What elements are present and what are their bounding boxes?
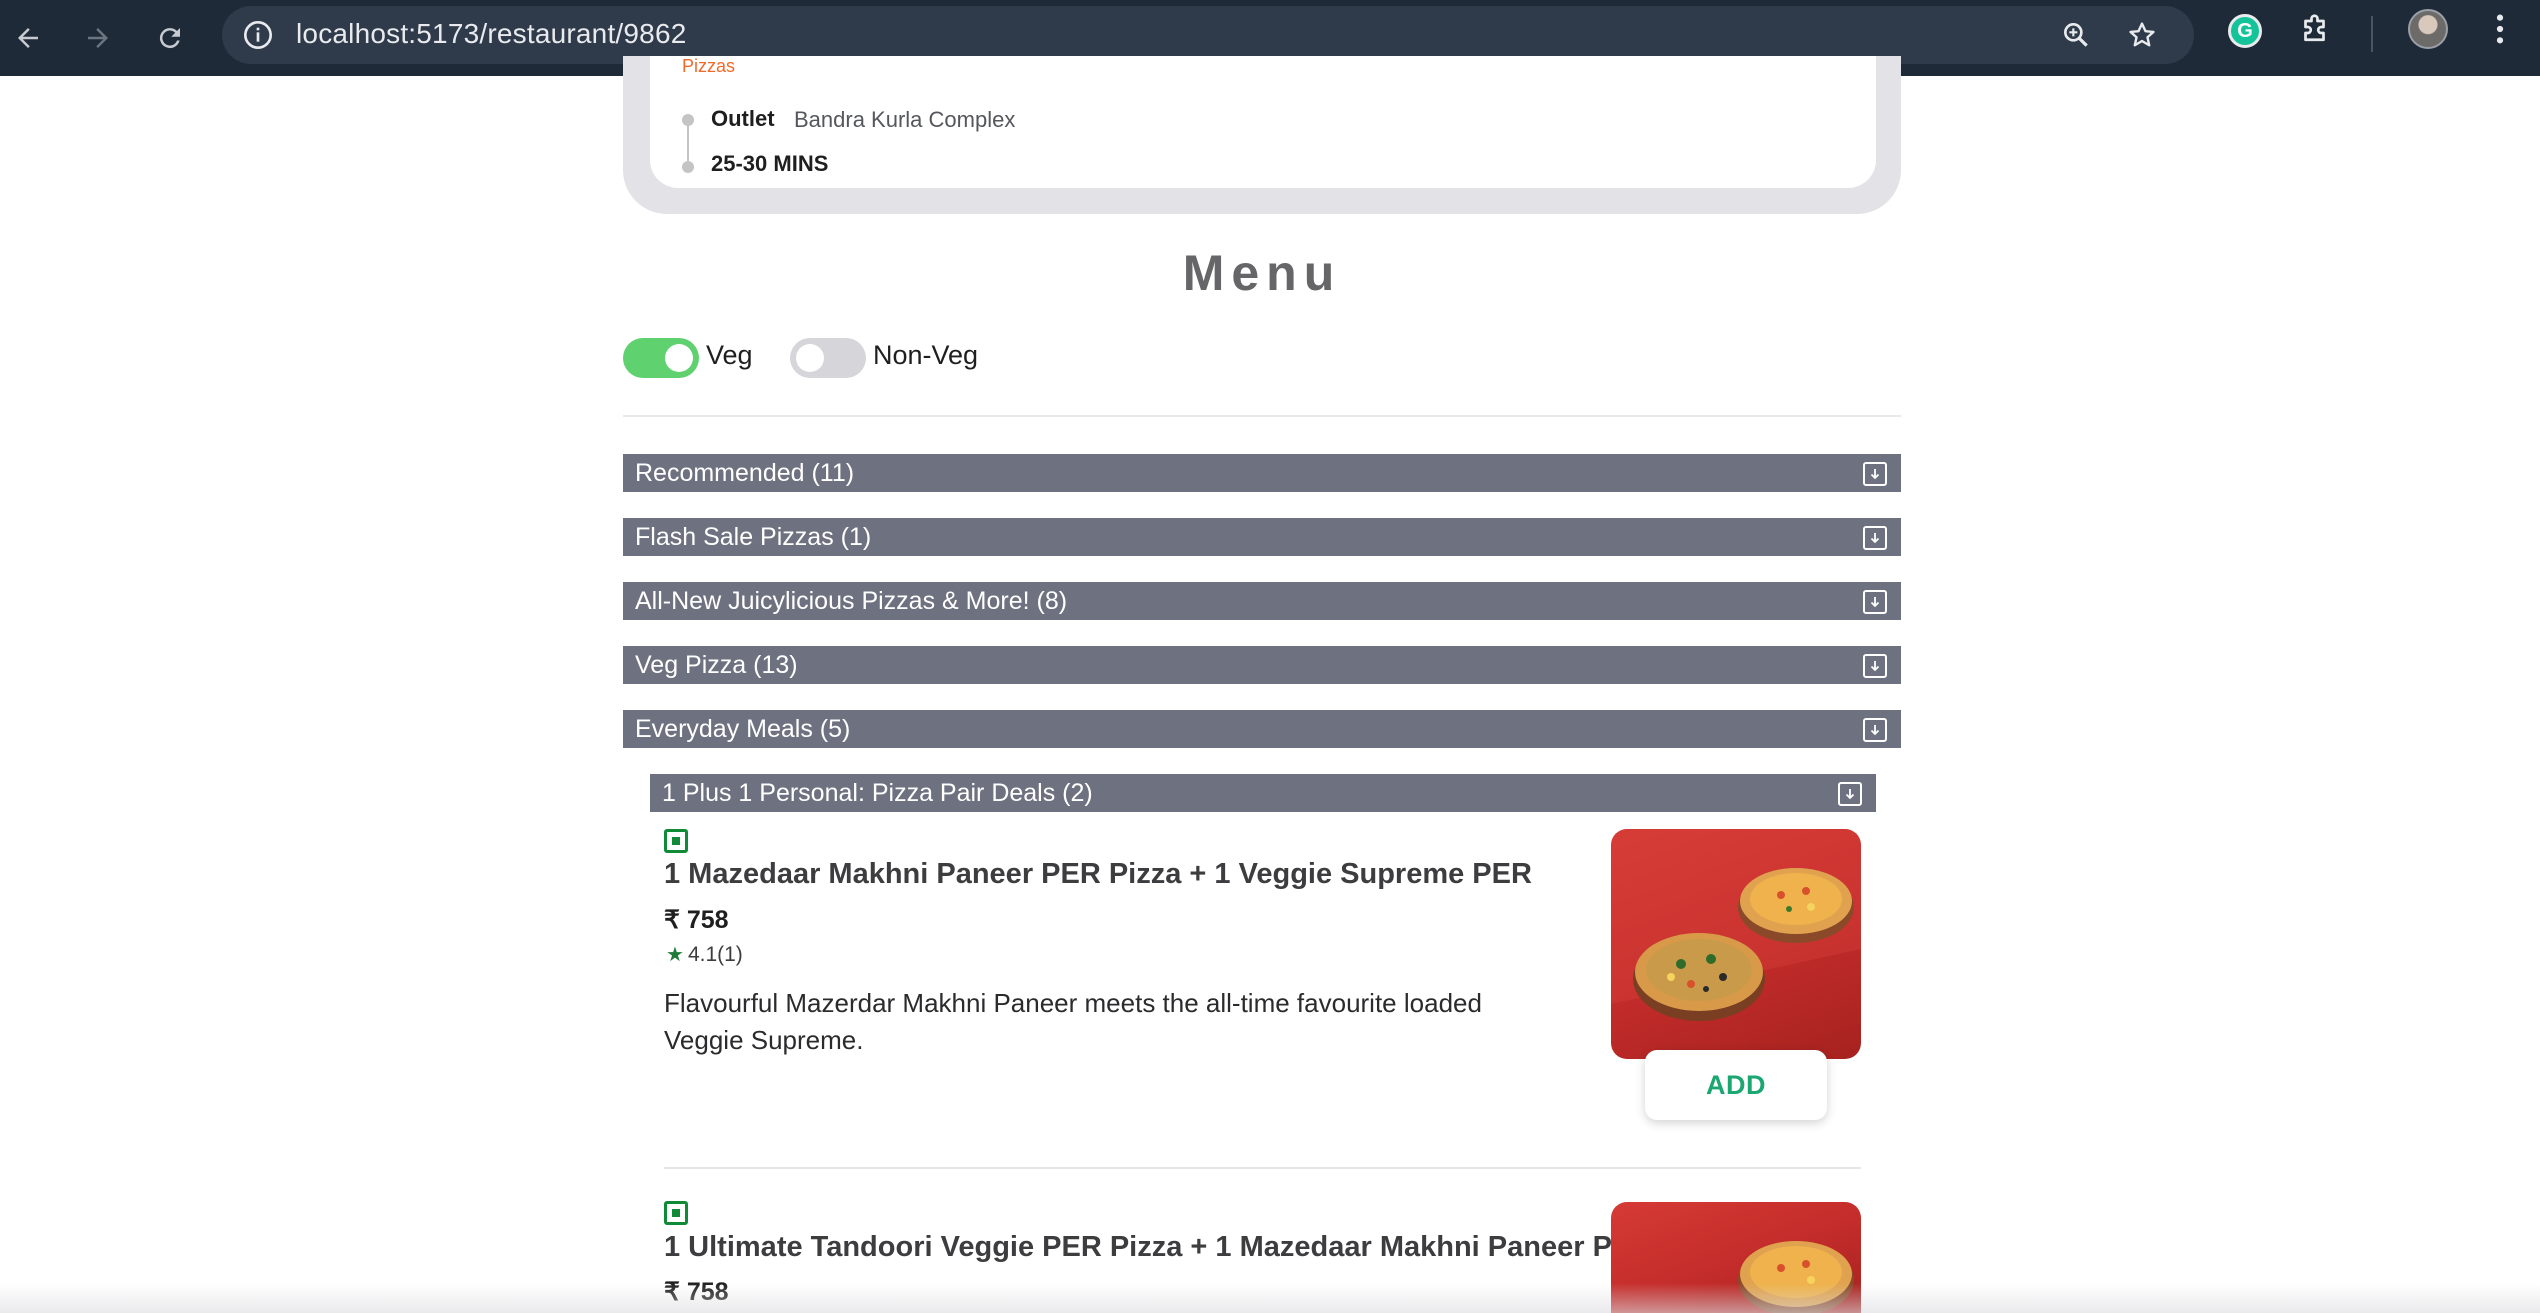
- outlet-label: Outlet: [711, 106, 775, 131]
- expand-arrow-icon: [1863, 654, 1887, 678]
- section-everyday-meals[interactable]: Everyday Meals (5): [623, 710, 1901, 748]
- section-juicylicious-pizzas[interactable]: All-New Juicylicious Pizzas & More! (8): [623, 582, 1901, 620]
- item-divider: [664, 1167, 1861, 1169]
- extensions-puzzle-icon[interactable]: [2298, 12, 2334, 53]
- subsection-title: 1 Plus 1 Personal: Pizza Pair Deals (2): [662, 779, 1093, 807]
- item-price: ₹ 758: [664, 906, 729, 934]
- nonveg-toggle-knob: [796, 344, 824, 372]
- add-to-cart-button[interactable]: ADD: [1645, 1050, 1827, 1120]
- veg-toggle-label: Veg: [706, 340, 753, 370]
- profile-avatar[interactable]: [2408, 9, 2448, 49]
- forward-arrow-icon[interactable]: [74, 14, 122, 62]
- section-title: Everyday Meals (5): [635, 715, 851, 743]
- veg-toggle-knob: [665, 344, 693, 372]
- veg-toggle[interactable]: [623, 338, 699, 378]
- item-image: [1611, 829, 1861, 1059]
- nonveg-toggle-label: Non-Veg: [873, 340, 979, 370]
- scroll-fade: [0, 1283, 2540, 1313]
- item-rating: ★ 4.1(1): [666, 942, 743, 967]
- expand-arrow-icon: [1863, 718, 1887, 742]
- filter-divider: [623, 415, 1901, 417]
- section-flash-sale-pizzas[interactable]: Flash Sale Pizzas (1): [623, 518, 1901, 556]
- restaurant-cuisines: Pizzas: [682, 56, 736, 72]
- delivery-time: 25-30 MINS: [711, 151, 829, 176]
- item-name: 1 Ultimate Tandoori Veggie PER Pizza + 1…: [664, 1231, 1653, 1263]
- grammarly-extension-icon[interactable]: G: [2228, 14, 2262, 48]
- expand-arrow-icon: [1863, 590, 1887, 614]
- zoom-icon[interactable]: [2060, 19, 2092, 56]
- outlet-location: Bandra Kurla Complex: [794, 107, 1016, 132]
- expand-arrow-icon: [1838, 782, 1862, 806]
- item-description: Flavourful Mazerdar Makhni Paneer meets …: [664, 988, 1482, 1055]
- section-title: Recommended (11): [635, 459, 855, 487]
- toolbar-separator: [2371, 16, 2373, 52]
- section-title: Flash Sale Pizzas (1): [635, 523, 872, 551]
- expand-arrow-icon: [1863, 462, 1887, 486]
- subsection-pizza-pair-deals[interactable]: 1 Plus 1 Personal: Pizza Pair Deals (2): [650, 774, 1876, 812]
- item-name: 1 Mazedaar Makhni Paneer PER Pizza + 1 V…: [664, 858, 1532, 890]
- url-text[interactable]: localhost:5173/restaurant/9862: [296, 18, 687, 50]
- outlet-timeline: [687, 120, 689, 166]
- nonveg-toggle[interactable]: [790, 338, 866, 378]
- bookmark-star-icon[interactable]: [2126, 19, 2158, 56]
- veg-indicator-icon: [664, 1201, 688, 1225]
- more-menu-icon[interactable]: [2488, 12, 2512, 51]
- rating-value: 4.1(1): [687, 942, 743, 966]
- expand-arrow-icon: [1863, 526, 1887, 550]
- site-info-icon[interactable]: [242, 19, 274, 56]
- back-arrow-icon[interactable]: [4, 14, 52, 62]
- eta-timeline-dot: [682, 161, 694, 173]
- section-recommended[interactable]: Recommended (11): [623, 454, 1901, 492]
- section-title: Veg Pizza (13): [635, 651, 798, 679]
- section-veg-pizza[interactable]: Veg Pizza (13): [623, 646, 1901, 684]
- reload-icon[interactable]: [146, 14, 194, 62]
- menu-heading: Menu: [1182, 245, 1342, 301]
- rating-star-icon: ★: [666, 944, 684, 966]
- veg-indicator-icon: [664, 829, 688, 853]
- outlet-timeline-dot: [682, 114, 694, 126]
- section-title: All-New Juicylicious Pizzas & More! (8): [635, 587, 1068, 615]
